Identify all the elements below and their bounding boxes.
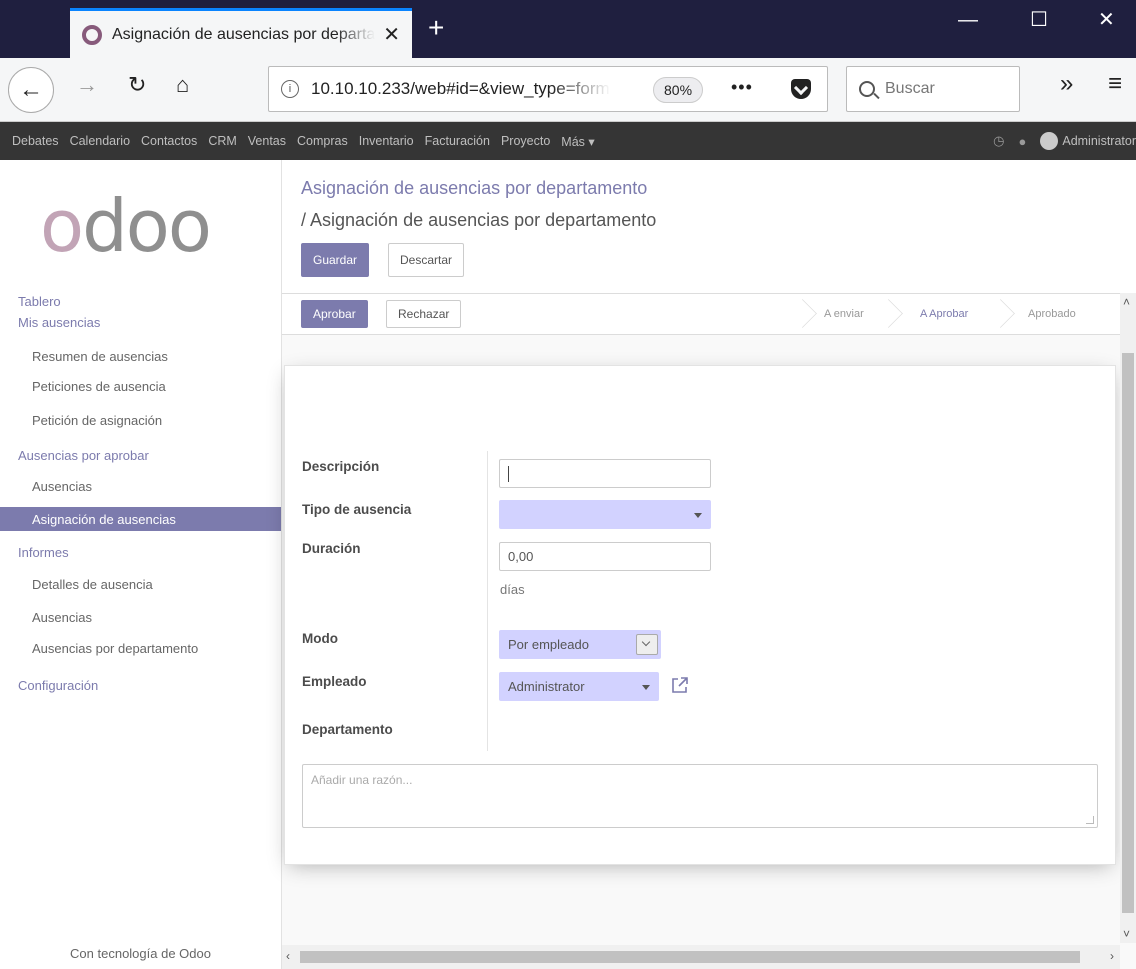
horizontal-scroll-thumb[interactable] bbox=[300, 951, 1080, 963]
browser-tab[interactable]: Asignación de ausencias por departamento… bbox=[70, 8, 412, 58]
department-label: Departamento bbox=[302, 722, 393, 737]
stage-to-approve[interactable]: A Aprobar bbox=[920, 294, 968, 334]
mode-select[interactable]: Por empleado bbox=[499, 630, 661, 659]
sidebar-item-asignacion-active[interactable]: Asignación de ausencias bbox=[0, 507, 281, 531]
odoo-logo[interactable]: odoo bbox=[40, 190, 212, 262]
sidebar-item-ausencias-report[interactable]: Ausencias bbox=[0, 605, 281, 629]
breadcrumb-current: / Asignación de ausencias por departamen… bbox=[301, 210, 657, 230]
form-statusbar: Aprobar Rechazar A enviar A Aprobar Apro… bbox=[282, 293, 1120, 335]
horizontal-scrollbar[interactable]: ‹ › bbox=[282, 945, 1120, 969]
sidebar-item-por-departamento[interactable]: Ausencias por departamento bbox=[0, 636, 281, 660]
menu-contactos[interactable]: Contactos bbox=[141, 134, 197, 148]
zoom-badge[interactable]: 80% bbox=[653, 77, 704, 103]
external-link-icon[interactable] bbox=[671, 676, 689, 694]
approve-button[interactable]: Aprobar bbox=[301, 300, 368, 328]
odoo-top-menu: Debates Calendario Contactos CRM Ventas … bbox=[0, 122, 1136, 160]
scroll-down-icon[interactable]: ˅ bbox=[1123, 927, 1130, 941]
user-menu[interactable]: Administrator bbox=[1062, 134, 1136, 148]
menu-ventas[interactable]: Ventas bbox=[248, 134, 286, 148]
discard-button[interactable]: Descartar bbox=[388, 243, 465, 277]
sidebar-head-por-aprobar[interactable]: Ausencias por aprobar bbox=[18, 448, 149, 463]
menu-debates[interactable]: Debates bbox=[12, 134, 59, 148]
stage-to-submit[interactable]: A enviar bbox=[824, 294, 864, 334]
description-label: Descripción bbox=[302, 459, 380, 474]
resize-grip-icon[interactable] bbox=[1086, 816, 1094, 824]
duration-field[interactable]: 0,00 bbox=[499, 542, 711, 571]
text-cursor bbox=[508, 465, 509, 482]
employee-label: Empleado bbox=[302, 674, 367, 689]
vertical-scroll-thumb[interactable] bbox=[1122, 353, 1134, 913]
employee-select[interactable]: Administrator bbox=[499, 672, 659, 701]
field-divider bbox=[487, 451, 488, 751]
chat-icon[interactable]: ● bbox=[1019, 134, 1027, 149]
menu-crm[interactable]: CRM bbox=[208, 134, 236, 148]
sidebar-item-peticion-asignacion[interactable]: Petición de asignación bbox=[0, 408, 281, 432]
reload-icon[interactable]: ↻ bbox=[128, 74, 146, 96]
menu-facturacion[interactable]: Facturación bbox=[425, 134, 490, 148]
new-tab-icon[interactable]: + bbox=[428, 14, 444, 42]
activity-clock-icon[interactable]: ◷ bbox=[993, 133, 1004, 149]
pocket-icon[interactable] bbox=[791, 79, 811, 99]
search-placeholder: Buscar bbox=[885, 80, 935, 97]
browser-titlebar: Asignación de ausencias por departamento… bbox=[0, 0, 1136, 58]
sidebar-head-tablero[interactable]: Tablero bbox=[18, 294, 61, 309]
maximize-icon[interactable]: ☐ bbox=[1030, 10, 1048, 30]
main-content: Asignación de ausencias por departamento… bbox=[282, 160, 1136, 969]
duration-label: Duración bbox=[302, 541, 361, 556]
sidebar: odoo Tablero Mis ausencias Resumen de au… bbox=[0, 160, 282, 969]
chevron-down-icon bbox=[694, 513, 702, 518]
url-text: 10.10.10.233/web#id=&view_type=form bbox=[311, 79, 610, 98]
menu-inventario[interactable]: Inventario bbox=[359, 134, 414, 148]
breadcrumb-parent[interactable]: Asignación de ausencias por departamento bbox=[301, 178, 647, 199]
window-close-icon[interactable]: ✕ bbox=[1098, 10, 1115, 30]
save-button[interactable]: Guardar bbox=[301, 243, 370, 277]
form-sheet: Descripción Tipo de ausencia Duración 0,… bbox=[284, 365, 1116, 865]
back-arrow-icon[interactable]: ← bbox=[8, 67, 54, 113]
sidebar-head-configuracion[interactable]: Configuración bbox=[18, 678, 98, 693]
control-panel: Asignación de ausencias por departamento… bbox=[282, 160, 1136, 293]
mode-label: Modo bbox=[302, 631, 338, 646]
search-icon bbox=[859, 81, 875, 97]
menu-mas[interactable]: Más ▾ bbox=[561, 134, 594, 149]
sidebar-head-mis-ausencias[interactable]: Mis ausencias bbox=[18, 315, 100, 330]
chevron-down-icon bbox=[642, 685, 650, 690]
powered-by[interactable]: Con tecnología de Odoo bbox=[0, 946, 281, 969]
home-icon[interactable]: ⌂ bbox=[176, 74, 189, 96]
sidebar-item-peticiones[interactable]: Peticiones de ausencia bbox=[0, 374, 281, 398]
hamburger-menu-icon[interactable]: ≡ bbox=[1108, 72, 1122, 96]
vertical-scrollbar[interactable]: ˄ ˅ bbox=[1120, 293, 1136, 943]
reason-textarea[interactable]: Añadir una razón... bbox=[302, 764, 1098, 828]
url-bar[interactable]: i 10.10.10.233/web#id=&view_type=form 80… bbox=[268, 66, 828, 112]
tab-close-icon[interactable]: ✕ bbox=[383, 25, 400, 45]
menu-calendario[interactable]: Calendario bbox=[70, 134, 130, 148]
reason-placeholder: Añadir una razón... bbox=[311, 773, 413, 787]
sidebar-item-ausencias[interactable]: Ausencias bbox=[0, 474, 281, 498]
description-field[interactable] bbox=[499, 459, 711, 488]
chevron-down-icon bbox=[636, 634, 658, 655]
info-icon[interactable]: i bbox=[281, 80, 299, 98]
tab-title: Asignación de ausencias por departamento bbox=[112, 25, 376, 43]
minimize-icon[interactable]: — bbox=[958, 10, 978, 30]
duration-unit: días bbox=[500, 582, 525, 597]
browser-navbar: ← → ↻ ⌂ i 10.10.10.233/web#id=&view_type… bbox=[0, 58, 1136, 122]
forward-arrow-icon[interactable]: → bbox=[76, 74, 98, 96]
stage-approved[interactable]: Aprobado bbox=[1028, 294, 1076, 334]
refuse-button[interactable]: Rechazar bbox=[386, 300, 462, 328]
page-actions-icon[interactable]: ••• bbox=[731, 77, 753, 98]
avatar[interactable] bbox=[1040, 132, 1059, 150]
leave-type-label: Tipo de ausencia bbox=[302, 502, 412, 517]
sidebar-item-resumen[interactable]: Resumen de ausencias bbox=[0, 344, 281, 368]
odoo-favicon-icon bbox=[82, 24, 102, 45]
overflow-icon[interactable]: » bbox=[1060, 72, 1073, 96]
scroll-left-icon[interactable]: ‹ bbox=[286, 949, 290, 963]
sidebar-head-informes[interactable]: Informes bbox=[18, 545, 69, 560]
search-input[interactable]: Buscar bbox=[846, 66, 1020, 112]
scroll-right-icon[interactable]: › bbox=[1110, 949, 1114, 963]
menu-proyecto[interactable]: Proyecto bbox=[501, 134, 550, 148]
leave-type-select[interactable] bbox=[499, 500, 711, 529]
scroll-up-icon[interactable]: ˄ bbox=[1123, 295, 1130, 309]
menu-compras[interactable]: Compras bbox=[297, 134, 348, 148]
sidebar-item-detalles[interactable]: Detalles de ausencia bbox=[0, 572, 281, 596]
